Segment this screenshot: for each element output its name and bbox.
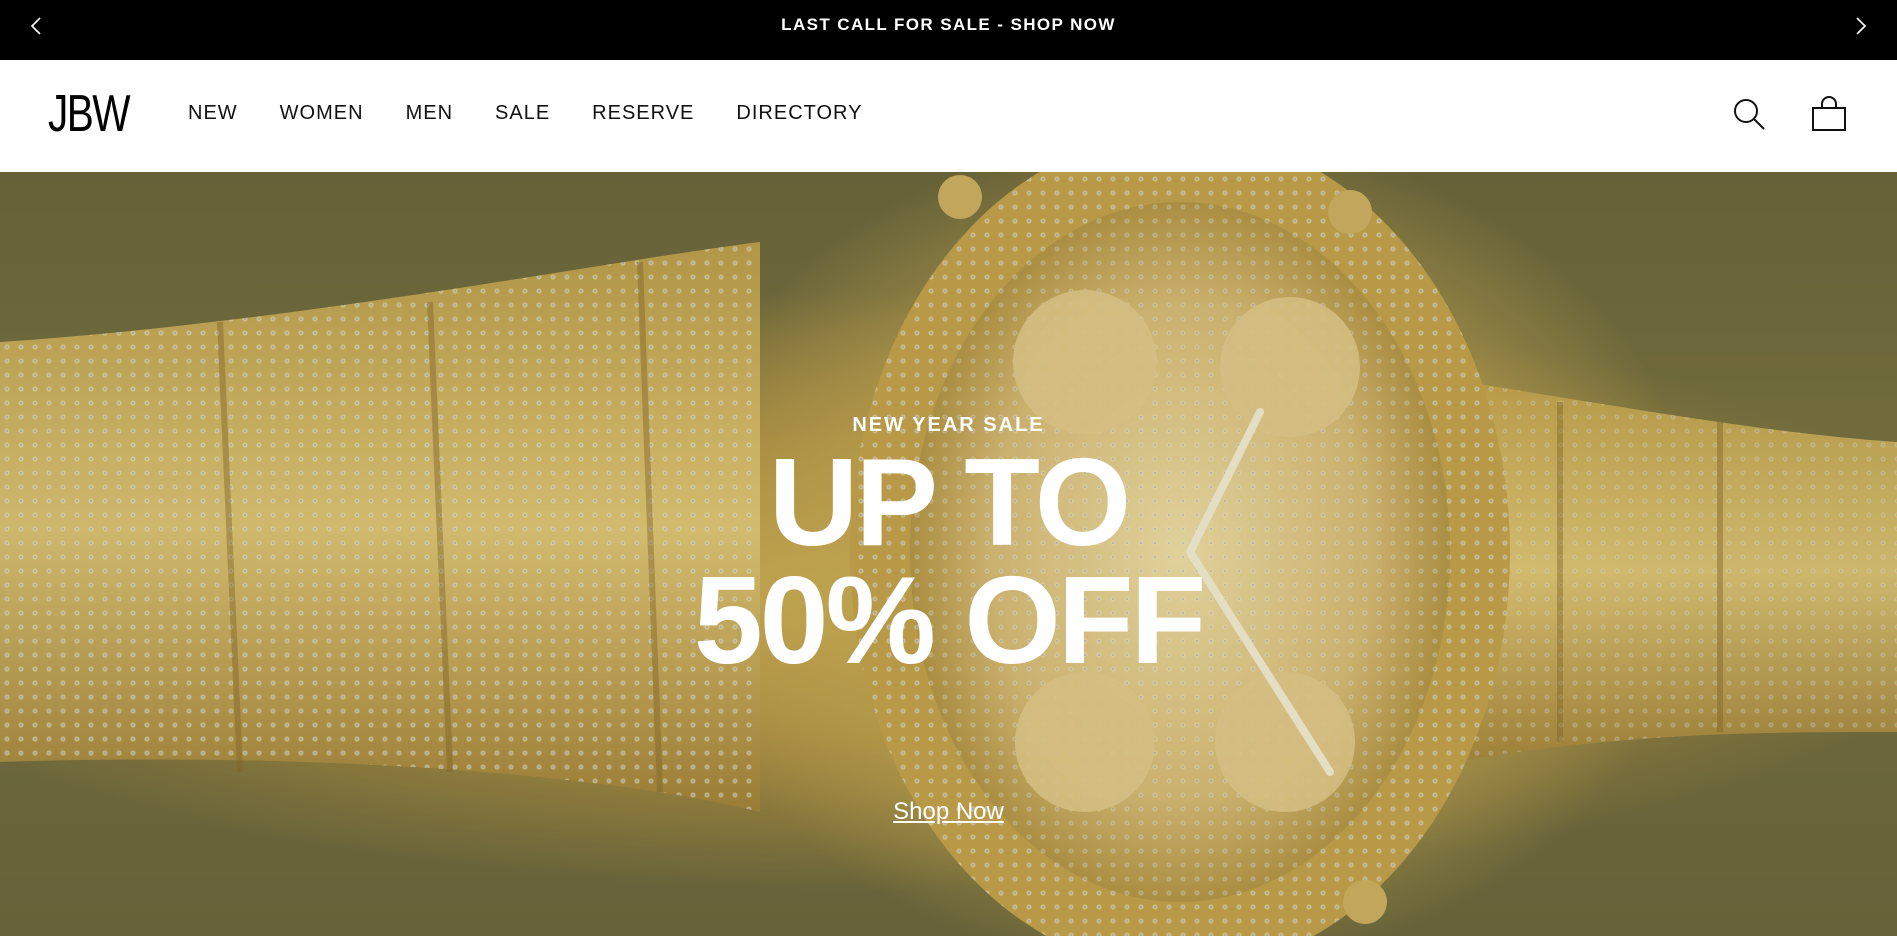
announcement-bar: LAST CALL FOR SALE - SHOP NOW: [0, 0, 1897, 60]
shopping-bag-icon[interactable]: [1811, 96, 1847, 132]
hero-headline-line1: UP TO: [768, 434, 1131, 572]
header-actions: [1731, 96, 1847, 132]
nav-item-sale[interactable]: SALE: [495, 102, 550, 125]
chevron-right-icon[interactable]: [1850, 13, 1872, 39]
nav-item-reserve[interactable]: RESERVE: [592, 102, 694, 125]
search-icon[interactable]: [1731, 96, 1767, 132]
nav-item-men[interactable]: MEN: [406, 102, 453, 125]
shop-now-link-wrapper: Shop Now: [0, 798, 1897, 826]
hero-headline: UP TO 50% OFF: [0, 434, 1897, 690]
hero-banner[interactable]: NEW YEAR SALE UP TO 50% OFF Shop Now: [0, 172, 1897, 936]
nav-item-new[interactable]: NEW: [188, 102, 238, 125]
shop-now-link[interactable]: Shop Now: [893, 798, 1004, 825]
main-nav: NEW WOMEN MEN SALE RESERVE DIRECTORY: [188, 102, 904, 125]
hero-content: NEW YEAR SALE UP TO 50% OFF Shop Now: [0, 172, 1897, 936]
announcement-link[interactable]: LAST CALL FOR SALE - SHOP NOW: [781, 15, 1116, 35]
site-header: JBW NEW WOMEN MEN SALE RESERVE DIRECTORY: [0, 60, 1897, 172]
hero-headline-line2: 50% OFF: [693, 552, 1207, 690]
logo[interactable]: JBW: [48, 88, 130, 140]
nav-item-directory[interactable]: DIRECTORY: [736, 102, 862, 125]
nav-item-women[interactable]: WOMEN: [280, 102, 364, 125]
chevron-left-icon[interactable]: [25, 13, 47, 39]
